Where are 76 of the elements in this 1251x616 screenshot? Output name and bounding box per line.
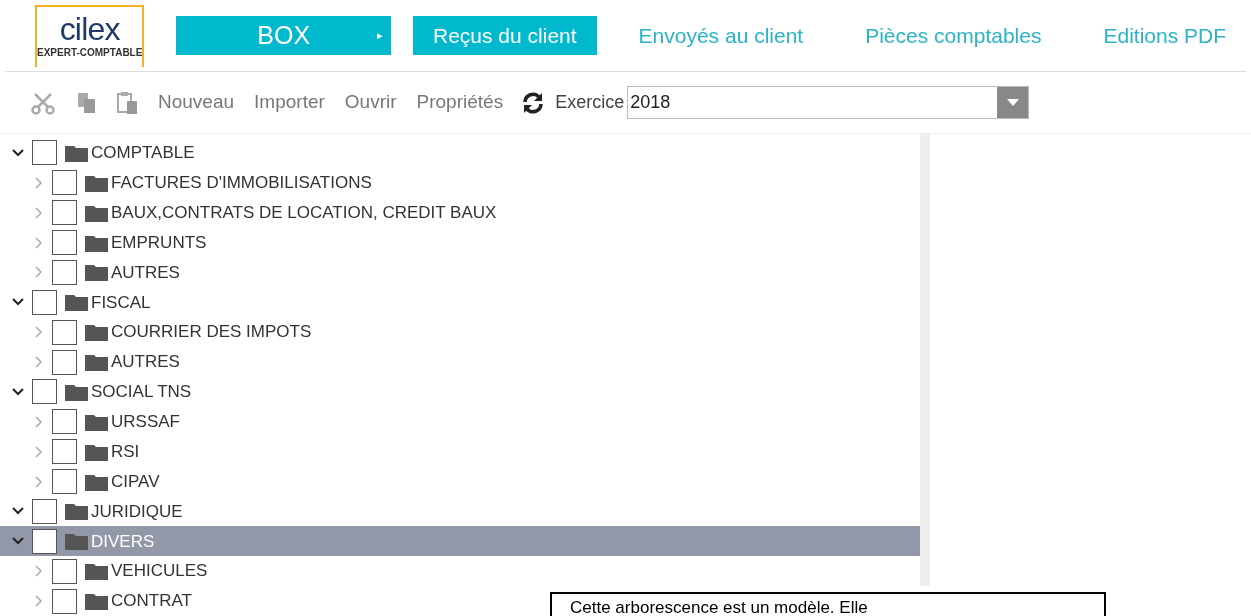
folder-icon (85, 173, 108, 192)
tree-row[interactable]: BAUX,CONTRATS DE LOCATION, CREDIT BAUX (0, 197, 501, 228)
paste-icon[interactable] (116, 90, 140, 115)
checkbox[interactable] (32, 289, 57, 315)
exercice-label: Exercice (555, 91, 625, 114)
toolbar-button[interactable]: Importer (254, 88, 325, 117)
folder-label: FISCAL (91, 291, 151, 314)
toolbar-button[interactable]: Nouveau (158, 88, 235, 117)
checkbox[interactable] (52, 259, 77, 285)
checkbox[interactable] (52, 469, 77, 495)
folder-label: CIPAV (111, 470, 160, 493)
tree-row[interactable]: AUTRES (0, 347, 184, 377)
checkbox[interactable] (52, 230, 77, 256)
folder-label: AUTRES (111, 351, 180, 374)
tree-row[interactable]: RSI (0, 436, 144, 467)
tree-row[interactable]: JURIDIQUE (0, 496, 187, 527)
folder-label: FACTURES D'IMMOBILISATIONS (111, 172, 372, 195)
folder-label: URSSAF (111, 411, 180, 434)
folder-label: BAUX,CONTRATS DE LOCATION, CREDIT BAUX (111, 201, 497, 224)
toolbar-button[interactable]: Ouvrir (344, 88, 397, 117)
folder-label: JURIDIQUE (91, 500, 183, 523)
tree-row[interactable]: AUTRES (0, 257, 184, 288)
exercice-select[interactable]: 2018 (627, 86, 1030, 119)
folder-label: DIVERS (91, 530, 155, 553)
checkbox[interactable] (52, 349, 77, 375)
folder-icon (85, 412, 108, 431)
folder-icon (85, 592, 108, 611)
tree-row[interactable]: CIPAV (0, 466, 164, 497)
folder-icon (85, 233, 108, 252)
folder-label: COMPTABLE (91, 142, 195, 165)
refresh-icon[interactable] (521, 90, 546, 115)
folder-icon (85, 562, 108, 581)
dropdown-caret-icon (1006, 98, 1019, 107)
tree-row[interactable]: FISCAL (0, 287, 155, 318)
folder-label: COURRIER DES IMPOTS (111, 321, 312, 344)
checkbox[interactable] (52, 558, 77, 584)
tree-row[interactable]: CONTRAT (0, 586, 196, 616)
folder-icon (85, 203, 108, 222)
folder-icon (65, 502, 88, 521)
folder-icon (65, 293, 88, 312)
folder-label: EMPRUNTS (111, 231, 207, 254)
tree-row[interactable]: COURRIER DES IMPOTS (0, 317, 316, 348)
folder-label: CONTRAT (111, 590, 192, 613)
folder-icon (65, 532, 88, 551)
checkbox[interactable] (52, 200, 77, 226)
scrollbar[interactable] (920, 134, 930, 586)
callout-box: Cette arborescence est un modèle. Elle (550, 592, 1106, 616)
tree-row[interactable]: SOCIAL TNS (0, 377, 196, 407)
folder-icon (85, 353, 108, 372)
copy-icon[interactable] (76, 91, 98, 114)
checkbox[interactable] (32, 379, 57, 405)
tree-row[interactable]: EMPRUNTS (0, 227, 211, 258)
folder-label: VEHICULES (111, 560, 208, 583)
tree-row[interactable]: FACTURES D'IMMOBILISATIONS (0, 167, 376, 198)
folder-label: SOCIAL TNS (91, 381, 192, 404)
checkbox[interactable] (52, 319, 77, 345)
folder-icon (85, 442, 108, 461)
folder-label: RSI (111, 440, 140, 463)
folder-icon (85, 263, 108, 282)
folder-icon (85, 323, 108, 342)
checkbox[interactable] (32, 140, 57, 166)
checkbox[interactable] (52, 439, 77, 465)
checkbox[interactable] (52, 588, 77, 614)
tree-row[interactable]: URSSAF (0, 406, 184, 437)
folder-icon (65, 143, 88, 162)
checkbox[interactable] (32, 498, 57, 524)
tree-row[interactable]: COMPTABLE (0, 138, 199, 168)
tree-row[interactable]: VEHICULES (0, 556, 212, 587)
folder-icon (85, 472, 108, 491)
folder-icon (65, 382, 88, 401)
folder-label: AUTRES (111, 261, 180, 284)
logo: cilex EXPERT-COMPTABLE (35, 4, 145, 67)
toolbar-button[interactable]: Propriétés (416, 88, 504, 117)
checkbox[interactable] (52, 170, 77, 196)
checkbox[interactable] (52, 409, 77, 435)
checkbox[interactable] (32, 528, 57, 554)
